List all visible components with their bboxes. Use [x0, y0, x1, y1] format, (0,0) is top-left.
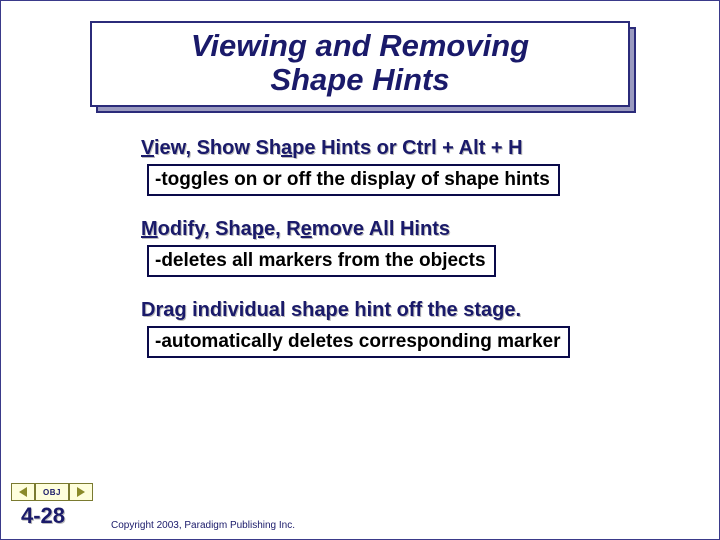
section-1-heading: View, Show Shape Hints or Ctrl + Alt + H	[141, 137, 689, 160]
obj-button[interactable]: OBJ	[35, 483, 69, 501]
title-box: Viewing and Removing Shape Hints	[90, 21, 630, 107]
triangle-right-icon	[77, 487, 85, 497]
section-2-detail: -deletes all markers from the objects	[147, 245, 496, 277]
slide-title: Viewing and Removing Shape Hints	[102, 29, 618, 97]
triangle-left-icon	[19, 487, 27, 497]
copyright-text: Copyright 2003, Paradigm Publishing Inc.	[111, 520, 295, 531]
section-1-detail: -toggles on or off the display of shape …	[147, 164, 560, 196]
section-3-detail: -automatically deletes corresponding mar…	[147, 326, 570, 358]
section-3-heading: Drag individual shape hint off the stage…	[141, 299, 689, 322]
content-area: View, Show Shape Hints or Ctrl + Alt + H…	[141, 137, 689, 358]
obj-label: OBJ	[43, 488, 61, 497]
footer: OBJ 4-28 Copyright 2003, Paradigm Publis…	[1, 479, 719, 539]
title-line-2: Shape Hints	[270, 62, 449, 97]
section-2-heading: Modify, Shape, Remove All Hints	[141, 218, 689, 241]
next-button[interactable]	[69, 483, 93, 501]
title-line-1: Viewing and Removing	[191, 28, 529, 63]
title-container: Viewing and Removing Shape Hints	[90, 21, 630, 107]
slide-number: 4-28	[21, 503, 65, 529]
section-3: Drag individual shape hint off the stage…	[141, 299, 689, 358]
nav-controls: OBJ	[11, 483, 93, 501]
section-2: Modify, Shape, Remove All Hints -deletes…	[141, 218, 689, 277]
section-1: View, Show Shape Hints or Ctrl + Alt + H…	[141, 137, 689, 196]
prev-button[interactable]	[11, 483, 35, 501]
